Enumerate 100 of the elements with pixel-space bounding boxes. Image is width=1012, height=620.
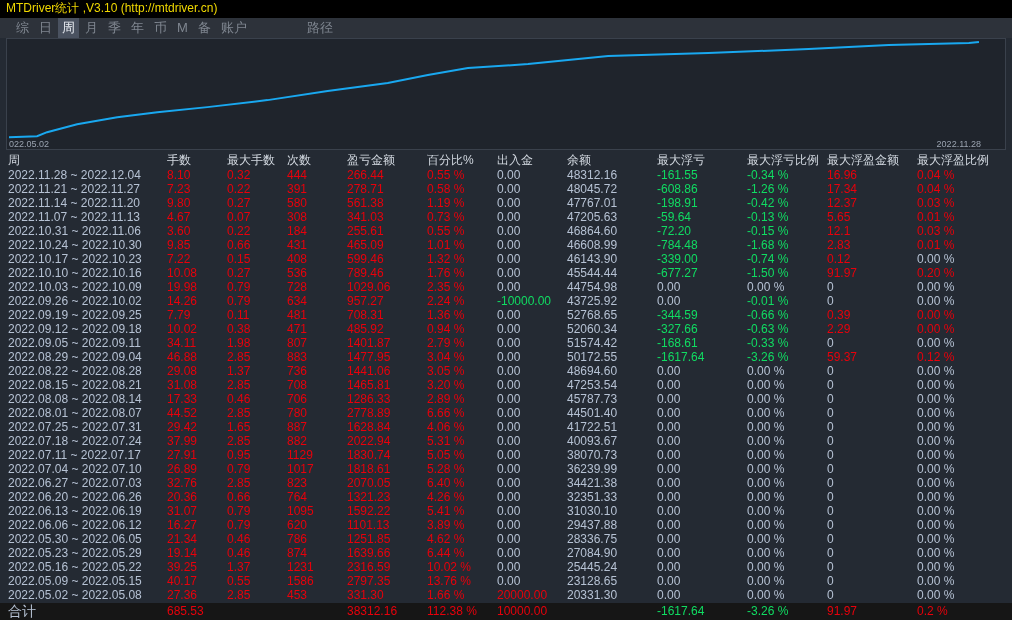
table-cell: 0.00 %	[747, 518, 785, 532]
table-cell: 6.44 %	[427, 546, 465, 560]
table-cell: 0.00 %	[917, 476, 955, 490]
tab[interactable]: 日	[35, 17, 56, 38]
table-cell: 1586	[287, 574, 314, 588]
column-header: 百分比%	[427, 152, 474, 168]
table-cell: 957.27	[347, 294, 384, 308]
table-cell: 44.52	[167, 406, 198, 420]
axis-label: 2022.11.28	[936, 139, 981, 149]
table-cell: 0.00	[657, 476, 681, 490]
tab[interactable]: 币	[150, 17, 171, 38]
table-cell: -0.13 %	[747, 210, 789, 224]
table-cell: 0	[827, 336, 834, 350]
table-cell: 2022.05.02 ~ 2022.05.08	[8, 588, 142, 602]
table-cell: 2022.06.06 ~ 2022.06.12	[8, 518, 142, 532]
table-cell: 0.00 %	[917, 560, 955, 574]
table-cell: 2022.10.10 ~ 2022.10.16	[8, 266, 142, 280]
table-cell: -168.61	[657, 336, 698, 350]
table-cell: 0.46	[227, 532, 251, 546]
table-cell: 4.06 %	[427, 420, 465, 434]
table-cell: 2.85	[227, 476, 251, 490]
table-cell: 5.31 %	[427, 434, 465, 448]
table-cell: 1129	[287, 448, 313, 462]
column-header: 最大浮亏比例	[747, 152, 819, 168]
tab[interactable]: 综	[12, 17, 33, 38]
table-cell: 0.00	[497, 532, 521, 546]
table-cell: 12.37	[827, 196, 858, 210]
table-cell: 0	[827, 574, 834, 588]
table-cell: 0.00	[657, 588, 681, 602]
table-cell: 44754.98	[567, 280, 618, 294]
tab[interactable]: 路径	[302, 17, 337, 38]
table-cell: -339.00	[657, 252, 698, 266]
table-cell: 7.23	[167, 182, 191, 196]
table-cell: 1639.66	[347, 546, 391, 560]
table-cell: 2.85	[227, 406, 251, 420]
table-cell: 0.00	[657, 420, 681, 434]
table-cell: 0.00	[497, 406, 521, 420]
tab[interactable]: 月	[81, 17, 102, 38]
table-cell: 0.04 %	[917, 182, 955, 196]
table-cell: 29.42	[167, 420, 198, 434]
table-cell: 5.41 %	[427, 504, 465, 518]
tab[interactable]: 年	[127, 17, 148, 38]
table-cell: 0.01 %	[917, 238, 955, 252]
table-cell: 47205.63	[567, 210, 618, 224]
table-cell: 50172.55	[567, 350, 618, 364]
table-cell: 27084.90	[567, 546, 618, 560]
table-cell: 2316.59	[347, 560, 391, 574]
tab[interactable]: 季	[104, 17, 125, 38]
table-cell: 59.37	[827, 350, 858, 364]
table-cell: 20331.30	[567, 588, 618, 602]
tab[interactable]: 备	[193, 17, 215, 38]
table-cell: 2022.10.03 ~ 2022.10.09	[8, 280, 142, 294]
table-cell: 45544.44	[567, 266, 618, 280]
table-cell: 0.00 %	[917, 588, 955, 602]
table-cell: 34421.38	[567, 476, 618, 490]
table-cell: 2070.05	[347, 476, 391, 490]
table-cell: 8.10	[167, 168, 191, 182]
table-cell: 883	[287, 350, 308, 364]
table-cell: 2.24 %	[427, 294, 465, 308]
table-cell: 31.08	[167, 378, 198, 392]
table-cell: 27.36	[167, 588, 198, 602]
table-cell: 5.28 %	[427, 462, 465, 476]
table-cell: 0.32	[227, 168, 251, 182]
table-cell: 0	[827, 532, 834, 546]
table-cell: 1441.06	[347, 364, 391, 378]
table-cell: 0.00 %	[747, 476, 785, 490]
table-cell: 308	[287, 210, 308, 224]
table-cell: 0.00	[657, 490, 681, 504]
table-cell: 10000.00	[497, 603, 548, 620]
table-cell: 0.00 %	[747, 588, 785, 602]
table-cell: 0.12	[827, 252, 851, 266]
table-cell: 2022.11.21 ~ 2022.11.27	[8, 182, 140, 196]
table-cell: 1.32 %	[427, 252, 465, 266]
table-cell: 2797.35	[347, 574, 391, 588]
table-cell: 31.07	[167, 504, 198, 518]
table-cell: 27.91	[167, 448, 198, 462]
table-cell: 0.00	[497, 224, 521, 238]
table-cell: 44501.40	[567, 406, 618, 420]
tab[interactable]: 周	[58, 17, 79, 38]
table-cell: 0.00	[657, 392, 681, 406]
table-cell: 444	[287, 168, 308, 182]
table-cell: 20.36	[167, 490, 198, 504]
table-cell: 1017	[287, 462, 314, 476]
table-cell: 91.97	[827, 266, 858, 280]
tab[interactable]: 账户	[216, 17, 251, 38]
table-cell: 331.30	[347, 588, 384, 602]
tab[interactable]: M	[173, 19, 192, 37]
table-cell: 0	[827, 462, 834, 476]
table-cell: 789.46	[347, 266, 384, 280]
table-cell: 0.00 %	[917, 280, 955, 294]
table-cell: 685.53	[167, 603, 204, 620]
table-cell: 0.00	[657, 518, 681, 532]
table-cell: 20000.00	[497, 588, 548, 602]
table-cell: 341.03	[347, 210, 384, 224]
table-cell: 0.00 %	[917, 462, 955, 476]
table-cell: 37.99	[167, 434, 198, 448]
table-cell: 0.58 %	[427, 182, 465, 196]
table-cell: 4.26 %	[427, 490, 465, 504]
table-cell: 2022.09.26 ~ 2022.10.02	[8, 294, 142, 308]
table-cell: 0.00	[657, 364, 681, 378]
